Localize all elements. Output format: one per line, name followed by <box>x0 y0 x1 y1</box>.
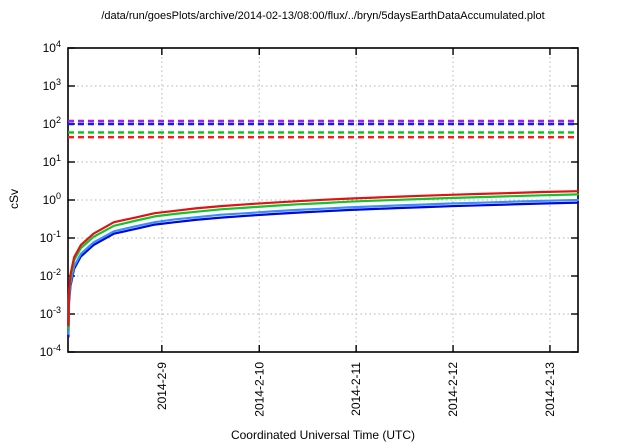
chart-canvas: 104 103 102 101 100 10-1 10-2 10-3 10-4 2014-2-9 2… <box>40 39 580 417</box>
y-tick-label: 10-4 <box>40 343 61 359</box>
x-tick-label: 2014-2-10 <box>252 362 266 417</box>
y-tick-label: 10-1 <box>40 229 61 245</box>
x-tick-label: 2014-2-11 <box>349 362 363 416</box>
y-tick-label: 100 <box>43 191 61 207</box>
x-tick-label: 2014-2-13 <box>543 362 557 417</box>
y-tick-label: 10-2 <box>40 267 61 283</box>
y-tick-label: 10-3 <box>40 305 61 321</box>
x-axis-label: Coordinated Universal Time (UTC) <box>230 428 416 442</box>
x-tick-label: 2014-2-12 <box>446 362 460 417</box>
y-tick-label: 101 <box>43 153 61 169</box>
x-tick-label: 2014-2-9 <box>155 362 169 410</box>
y-axis-label: cSv <box>7 189 21 210</box>
plot-title: /data/run/goesPlots/archive/2014-02-13/0… <box>101 10 545 22</box>
gnuplot-figure: 104 103 102 101 100 10-1 10-2 10-3 10-4 2014-2-9 2… <box>0 0 640 448</box>
accumulated-dose-darkblue <box>67 201 580 338</box>
y-tick-label: 104 <box>43 39 61 55</box>
y-tick-label: 102 <box>43 115 61 131</box>
y-tick-label: 103 <box>43 77 61 93</box>
